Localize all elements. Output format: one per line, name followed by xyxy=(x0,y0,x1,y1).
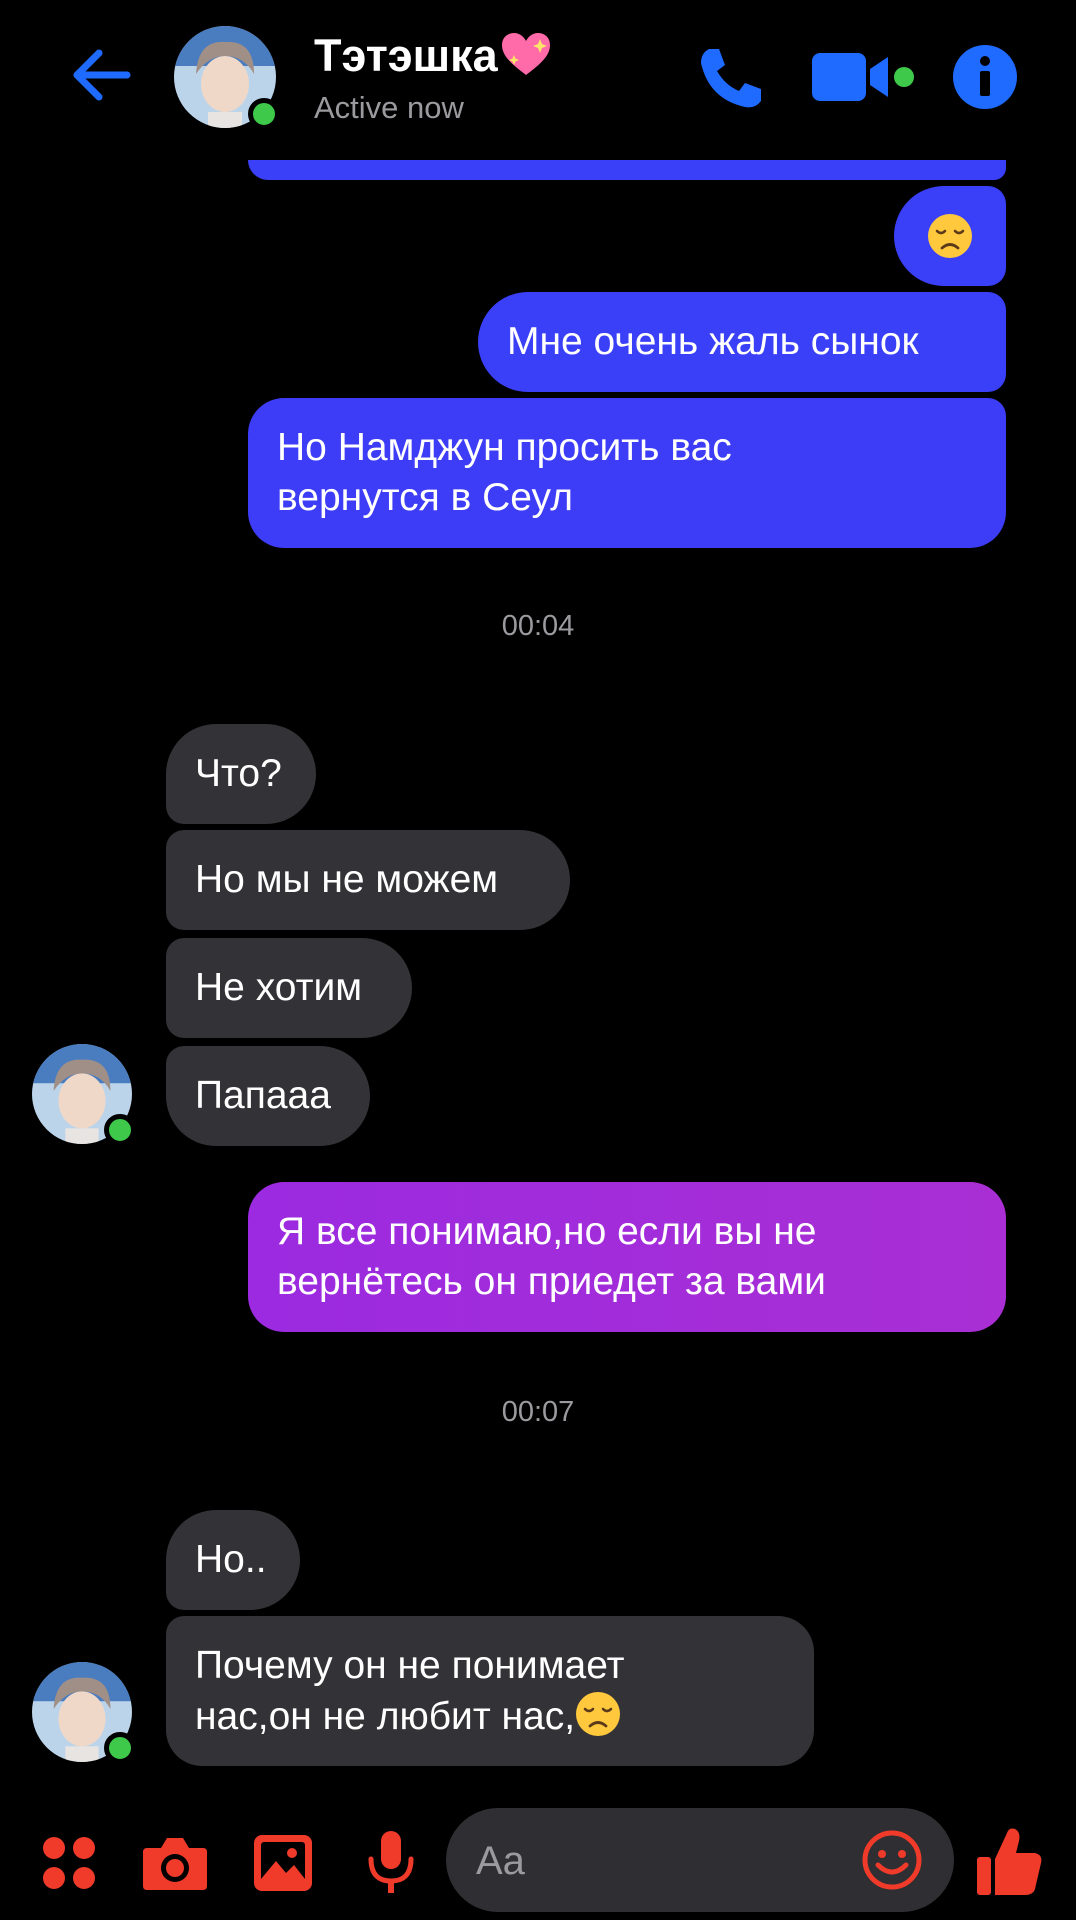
sad-face-emoji-icon xyxy=(928,214,972,258)
online-indicator xyxy=(104,1114,136,1146)
message-text: Но мы не можем xyxy=(195,858,499,901)
message-text-line: нас,он не любит нас, xyxy=(195,1694,576,1738)
message-bubble-outgoing-partial[interactable] xyxy=(248,160,1006,180)
message-input[interactable] xyxy=(474,1808,858,1914)
thumbs-up-icon xyxy=(977,1828,1042,1895)
message-bubble-incoming[interactable]: Что? xyxy=(166,724,316,824)
message-text-line-with-emoji: нас,он не любит нас, xyxy=(195,1691,621,1742)
apps-button[interactable] xyxy=(36,1830,102,1896)
sender-avatar[interactable] xyxy=(32,1044,136,1146)
back-arrow-icon xyxy=(73,49,131,101)
phone-icon xyxy=(701,49,761,108)
video-camera-icon xyxy=(812,53,914,101)
message-bubble-outgoing[interactable]: Мне очень жаль сынок xyxy=(478,292,1006,392)
microphone-button[interactable] xyxy=(358,1826,424,1900)
message-text: Мне очень жаль сынок xyxy=(507,320,919,363)
message-text-line: Но Намджун просить вас xyxy=(277,426,732,469)
info-icon xyxy=(953,45,1017,109)
message-timestamp: 00:07 xyxy=(501,1396,575,1428)
message-text-line: вернётесь он приедет за вами xyxy=(277,1260,826,1303)
message-text: Не хотим xyxy=(195,966,363,1009)
contact-status: Active now xyxy=(314,90,464,125)
audio-call-button[interactable] xyxy=(690,38,770,118)
contact-avatar[interactable] xyxy=(174,26,280,130)
message-composer[interactable] xyxy=(446,1808,954,1914)
message-bubble-incoming[interactable]: Не хотим xyxy=(166,938,412,1038)
like-button[interactable] xyxy=(970,1820,1050,1904)
sparkling-heart-icon xyxy=(501,33,550,75)
conversation-header: Тэтэшка Active now xyxy=(0,0,1076,155)
message-text-line: Почему он не понимает xyxy=(195,1643,625,1687)
message-text-line: вернутся в Сеул xyxy=(277,476,573,519)
contact-name-row[interactable]: Тэтэшка xyxy=(314,30,552,82)
gallery-button[interactable] xyxy=(248,1828,318,1898)
message-timestamp: 00:04 xyxy=(501,610,575,642)
microphone-icon xyxy=(368,1831,414,1893)
message-bubble-incoming[interactable]: Но.. xyxy=(166,1510,300,1610)
message-bubble-incoming[interactable]: Но мы не можем xyxy=(166,830,570,930)
contact-name: Тэтэшка xyxy=(314,30,498,81)
emoji-button[interactable] xyxy=(858,1826,926,1894)
message-bubble-outgoing[interactable]: Я все понимаю,но если вы не вернётесь он… xyxy=(248,1182,1006,1332)
online-indicator xyxy=(248,98,280,130)
message-text-line: Я все понимаю,но если вы не xyxy=(277,1210,817,1253)
message-text: Но.. xyxy=(195,1538,267,1581)
sender-avatar[interactable] xyxy=(32,1662,136,1764)
message-bubble-incoming[interactable]: Папааа xyxy=(166,1046,370,1146)
message-text: Папааа xyxy=(195,1074,331,1117)
online-indicator xyxy=(104,1732,136,1764)
camera-icon xyxy=(143,1838,207,1890)
emoji-icon xyxy=(862,1830,922,1890)
message-text: Что? xyxy=(195,752,282,795)
message-bubble-outgoing[interactable]: Но Намджун просить вас вернутся в Сеул xyxy=(248,398,1006,548)
message-bubble-incoming[interactable]: Почему он не понимает нас,он не любит на… xyxy=(166,1616,814,1766)
sad-face-emoji-icon xyxy=(576,1691,621,1736)
video-call-button[interactable] xyxy=(808,44,918,110)
back-button[interactable] xyxy=(62,40,138,110)
camera-button[interactable] xyxy=(138,1830,212,1896)
info-button[interactable] xyxy=(950,42,1020,112)
apps-icon xyxy=(43,1837,95,1889)
gallery-icon xyxy=(254,1835,312,1891)
message-bubble-outgoing[interactable]: 😞 xyxy=(894,186,1006,286)
